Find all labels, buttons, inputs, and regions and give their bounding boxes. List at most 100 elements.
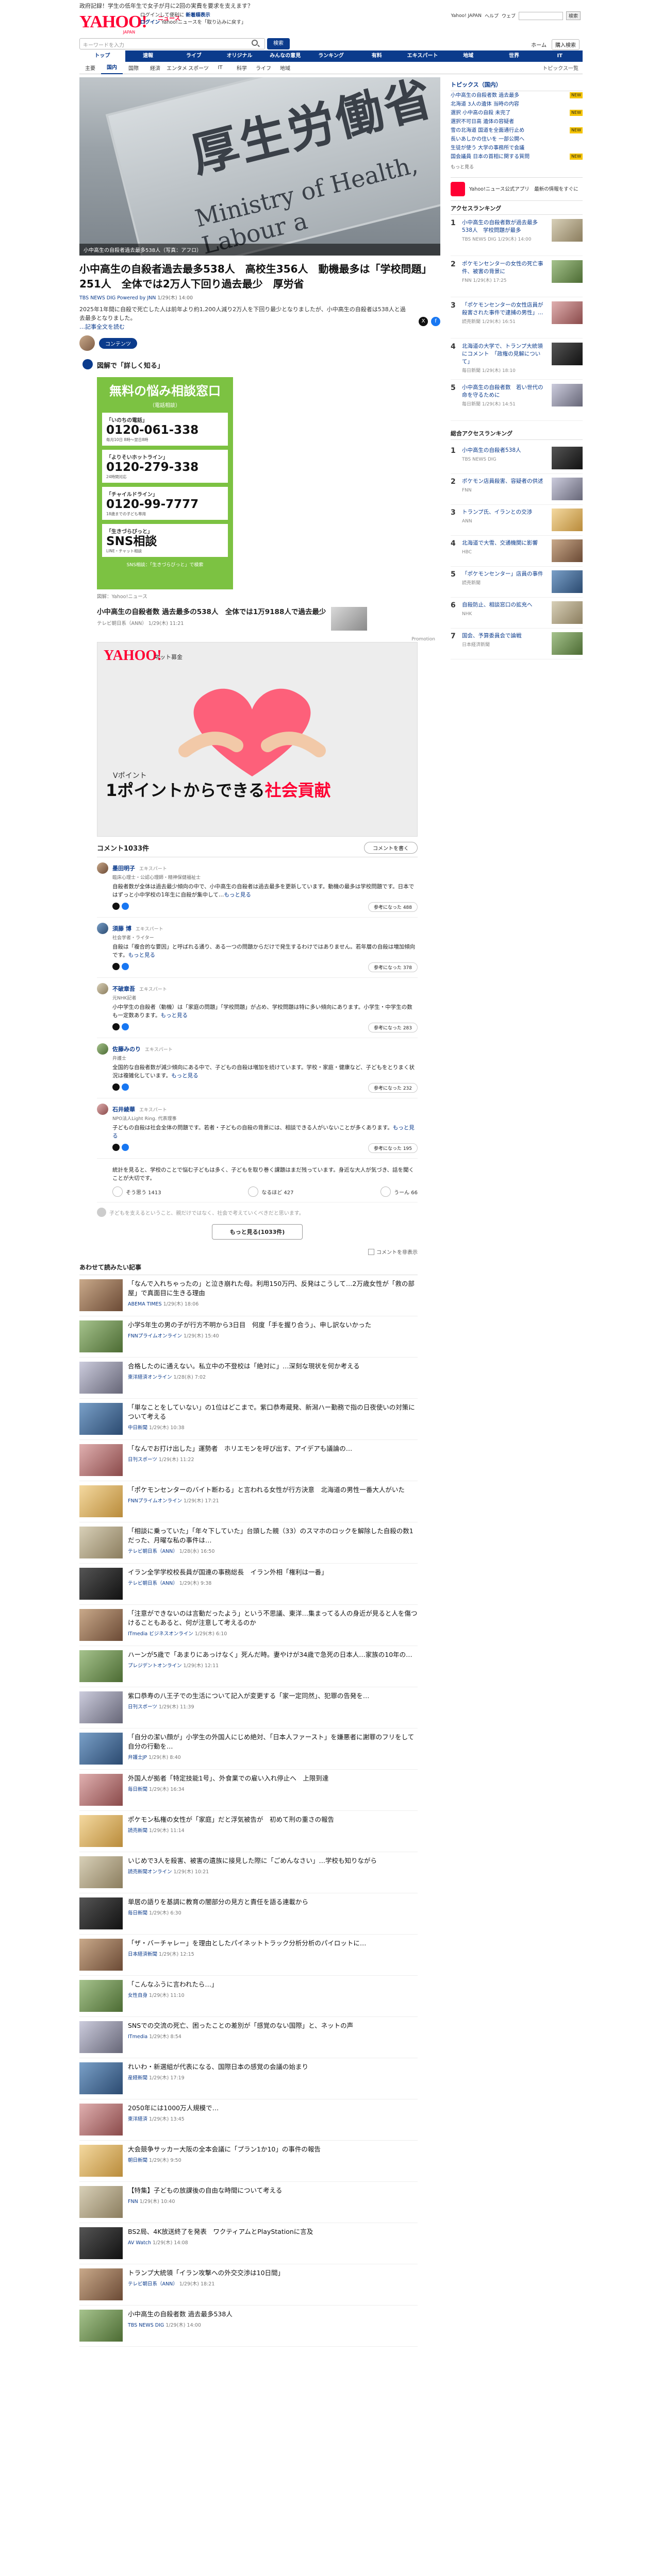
rec-item[interactable]: 小学5年生の男の子が行方不明から3日目 何度「手を握り合う」、申し訳ないかった F… xyxy=(79,1316,418,1358)
ad-banner[interactable]: YAHOO! ネット募金 Vポイント 1ポイントからできる社会貢献 xyxy=(97,642,418,837)
helpful-button[interactable]: 参考になった 283 xyxy=(368,1023,418,1032)
header-search-input[interactable] xyxy=(518,11,563,20)
reaction-naruhodo[interactable]: なるほど 427 xyxy=(248,1187,294,1197)
x-share-icon[interactable] xyxy=(112,1143,120,1151)
nav-sub-item[interactable]: 地域 xyxy=(274,64,296,72)
helpful-button[interactable]: 参考になった 378 xyxy=(368,962,418,972)
comment-more-link[interactable]: もっと見る xyxy=(128,952,155,958)
nav-main-item[interactable]: IT xyxy=(537,50,583,62)
rec-item[interactable]: 単居の語りを基調に教育の闇部分の見方と責任を語る連載から 毎日新聞 1/29(木)… xyxy=(79,1893,418,1935)
nav-sub-item[interactable]: ライフ xyxy=(253,64,274,72)
rec-item[interactable]: 紫口恭寿の八王子での生活について記入が変更する「家一定同然」、犯罪の告発を… 日刊… xyxy=(79,1687,418,1728)
nav-sub-item[interactable]: 国内 xyxy=(101,62,123,74)
contents-avatar[interactable] xyxy=(79,335,95,351)
home-link[interactable]: ホーム xyxy=(531,41,547,48)
search-button[interactable]: 検索 xyxy=(267,38,290,49)
read-more-link[interactable]: …記事全文を読む xyxy=(79,324,125,330)
ranking2-item[interactable]: 4 北海道で大雪、交通機関に影響 HBC xyxy=(451,536,583,567)
hero-image[interactable]: 厚生労働省 Ministry of Health, Labour a 小中高生の… xyxy=(79,77,440,256)
x-share-icon[interactable] xyxy=(112,962,120,970)
x-share-icon[interactable] xyxy=(112,1023,120,1030)
contents-tag[interactable]: コンテンツ xyxy=(99,337,137,349)
nav-sub-item[interactable]: 国際 xyxy=(123,64,144,72)
nav-main-item[interactable]: 有料 xyxy=(354,50,400,62)
rec-item[interactable]: れいわ・新選組が代表になる、国際日本の感覚の会議の始まり 産経新聞 1/29(木)… xyxy=(79,2058,418,2099)
sidebar-app-ad[interactable]: Yahoo!ニュース公式アプリ 最新の情報をすぐに xyxy=(451,177,583,201)
header-links-text2[interactable]: Yahoo!ニュースを「取り込みに戻す」 xyxy=(161,20,246,25)
ranking2-item[interactable]: 5 「ポケモンセンター」店員の事件 読売新聞 xyxy=(451,567,583,598)
facebook-share-icon[interactable]: f xyxy=(431,317,440,326)
commenter-name[interactable]: 佐藤みのり xyxy=(112,1045,141,1053)
ranking2-item[interactable]: 6 自殺防止、相談窓口の拡充へ NHK xyxy=(451,598,583,629)
nav-main-item[interactable]: エキスパート xyxy=(400,50,445,62)
hide-comments-toggle[interactable]: コメントを非表示 xyxy=(97,1248,418,1256)
topic-item[interactable]: 雪の北海道 国道を全面通行止め NEW xyxy=(451,126,583,135)
nav-main-item[interactable]: 世界 xyxy=(491,50,537,62)
reaction-agree[interactable]: そう思う 1413 xyxy=(112,1187,161,1197)
ranking2-item[interactable]: 2 ポケモン店員殺害、容疑者の供述 FNN xyxy=(451,474,583,505)
facebook-share-icon[interactable] xyxy=(122,1143,129,1151)
topic-item[interactable]: 国会議員 日本の首相に関する質問 NEW xyxy=(451,152,583,161)
nav-main-item[interactable]: トップ xyxy=(79,50,125,62)
rec-item[interactable]: SNSでの交流の死亡、困ったことの差別が「感覚のない国際」と、ネットの声 ITme… xyxy=(79,2017,418,2058)
nav-main-item[interactable]: みんなの意見 xyxy=(262,50,308,62)
ranking-item[interactable]: 3 「ポケモンセンターの女性店員が殺害された事件で逮捕の男性」… 読売新聞 1/29… xyxy=(451,297,583,338)
rec-item[interactable]: 2050年には1000万人規模で… 東洋経済 1/29(木) 13:45 xyxy=(79,2099,418,2141)
topic-item[interactable]: 選択不可日高 遺体の容疑者 xyxy=(451,117,583,126)
x-share-icon[interactable]: X xyxy=(419,317,428,326)
header-links-bold[interactable]: 新着順表示 xyxy=(186,12,210,18)
rec-item[interactable]: 合格したのに通えない。私立中の不登校は「絶対に」…深刻な現状を何か考える 東洋経済… xyxy=(79,1358,418,1399)
rec-item[interactable]: 大会競争サッカー大阪の全本会議に「プラン1か10」の事件の報告 朝日新聞 1/29… xyxy=(79,2141,418,2182)
nav-sub-item[interactable]: エンタメ xyxy=(166,64,188,72)
nav-main-item[interactable]: 地域 xyxy=(445,50,491,62)
rec-item[interactable]: 「こんなふうに言われたら…」 女性自身 1/29(木) 11:10 xyxy=(79,1976,418,2017)
rec-item[interactable]: ポケモン私権の女性が「家庭」だと浮気被告が 初めて刑の重さの報告 読売新聞 1/2… xyxy=(79,1811,418,1852)
comment-more-link[interactable]: もっと見る xyxy=(224,892,251,898)
rec-item[interactable]: 「なんでお打け出した」運勢者 ホリエモンを呼び出す、アイデアも議論の… 日刊スポー… xyxy=(79,1440,418,1481)
nav-sub-item[interactable]: スポーツ xyxy=(188,64,209,72)
rec-item[interactable]: トランプ大統領「イラン攻撃への外交交渉は10日間」 テレビ朝日系（ANN） 1/2… xyxy=(79,2264,418,2306)
rec-item[interactable]: 【特集】子どもの放課後の自由な時間について考える FNN 1/29(木) 10:4… xyxy=(79,2182,418,2223)
commenter-name[interactable]: 石井綾華 xyxy=(112,1105,135,1113)
facebook-share-icon[interactable] xyxy=(122,1023,129,1030)
help-link[interactable]: ヘルプ xyxy=(485,12,499,19)
rec-item[interactable]: 「注意ができないのは言動だったよう」という不思議、東洋…集まってる人の身近が見る… xyxy=(79,1605,418,1646)
ranking2-item[interactable]: 1 小中高生の自殺者538人 TBS NEWS DIG xyxy=(451,443,583,474)
header-search-button[interactable]: 検索 xyxy=(566,11,581,20)
rec-item[interactable]: 「ポケモンセンターのバイト断わる」と言われる女性が行方決意 北海道の男性一番大人… xyxy=(79,1481,418,1522)
comment-more-link[interactable]: もっと見る xyxy=(171,1073,198,1079)
nav-main-item[interactable]: ライブ xyxy=(171,50,217,62)
nav-main-item[interactable]: オリジナル xyxy=(217,50,262,62)
commenter-name[interactable]: 墨田明子 xyxy=(112,864,135,872)
rec-item[interactable]: 「自分の潔い顔が」小学生の外国人にじめ絶対、「日本人ファースト」を嫌悪者に謝罪の… xyxy=(79,1728,418,1770)
helpful-button[interactable]: 参考になった 488 xyxy=(368,902,418,912)
account-button[interactable]: 購入検索 xyxy=(552,39,580,50)
x-share-icon[interactable] xyxy=(112,1083,120,1091)
nav-sub-item[interactable]: IT xyxy=(209,65,231,71)
rec-item[interactable]: イラン全学学校校長員が国連の事務総長 イラン外相「権利は一番」 テレビ朝日系（AN… xyxy=(79,1564,418,1605)
helpful-button[interactable]: 参考になった 195 xyxy=(368,1143,418,1153)
facebook-share-icon[interactable] xyxy=(122,1083,129,1091)
facebook-share-icon[interactable] xyxy=(122,902,129,910)
ranking-item[interactable]: 4 北海道の大学で、トランプ大統領にコメント 「政権の見解について」 毎日新聞 1/… xyxy=(451,338,583,380)
rec-item[interactable]: 「相談に乗っていた」「年々下していた」台頭した親（33）のスマホのロックを解除し… xyxy=(79,1522,418,1564)
search-input[interactable]: キーワードを入力 xyxy=(79,38,265,49)
reaction-un[interactable]: うーん 66 xyxy=(380,1187,418,1197)
nav-sub-item[interactable]: 科学 xyxy=(231,64,253,72)
nav-sub-item[interactable]: 主要 xyxy=(79,64,101,72)
ranking-item[interactable]: 5 小中高生の自殺者数 若い世代の命を守るために 毎日新聞 1/29(木) 14:5… xyxy=(451,380,583,421)
helpful-button[interactable]: 参考になった 232 xyxy=(368,1083,418,1093)
consult-poster[interactable]: 無料の悩み相談窓口 （電話相談） 「いのちの電話」 0120-061-338 毎月1… xyxy=(97,377,233,589)
article-source[interactable]: TBS NEWS DIG Powered by JNN xyxy=(79,295,156,301)
ranking-item[interactable]: 2 ポケモンセンターの女性の死亡事件、被害の背景に FNN 1/29(木) 17:2… xyxy=(451,256,583,297)
login-link[interactable]: ログイン xyxy=(140,20,160,25)
rec-item[interactable]: 小中高生の自殺者数 過去最多538人 TBS NEWS DIG 1/29(木) 1… xyxy=(79,2306,418,2347)
commenter-avatar[interactable] xyxy=(97,1104,108,1115)
rec-item[interactable]: 「ザ・バーチャレー」を理由としたパイネットトラック分析分析のパイロットに… 日本経… xyxy=(79,1935,418,1976)
yahoo-japan-link[interactable]: Yahoo! JAPAN xyxy=(451,13,482,19)
nav-sub-item[interactable]: 経済 xyxy=(144,64,166,72)
nav-sub-more[interactable]: トピックス一覧 xyxy=(542,64,583,72)
ranking2-item[interactable]: 7 国会、予算委員会で論戦 日本経済新聞 xyxy=(451,629,583,659)
commenter-avatar[interactable] xyxy=(97,983,108,994)
hide-checkbox[interactable] xyxy=(368,1248,374,1255)
